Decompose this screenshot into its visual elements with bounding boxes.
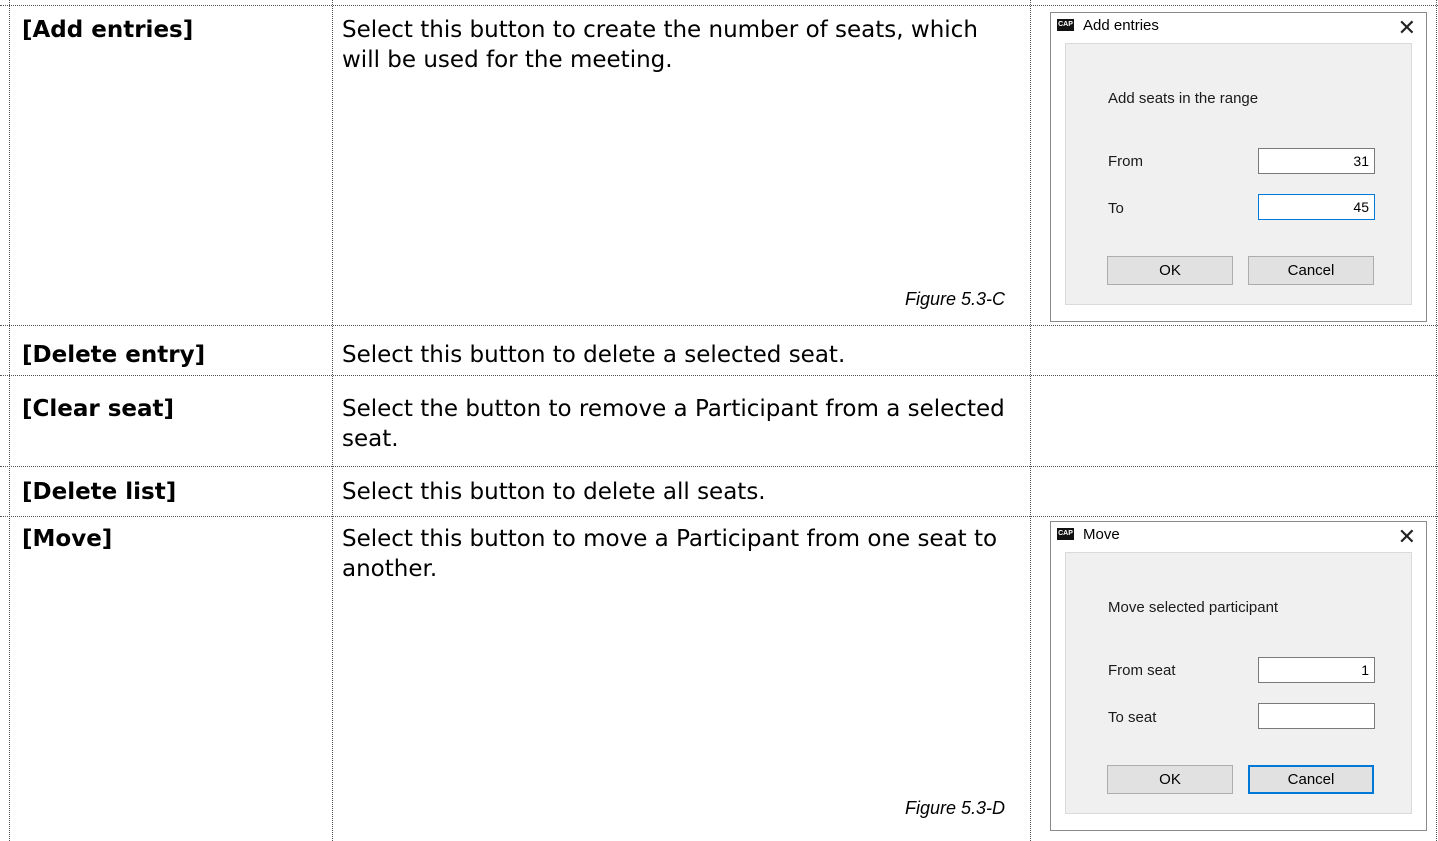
from-seat-label: From seat bbox=[1108, 662, 1176, 679]
row-divider bbox=[0, 516, 1438, 517]
figure-caption: Figure 5.3-C bbox=[905, 289, 1006, 309]
term-move: [Move] bbox=[22, 526, 113, 552]
desc-move: Select this button to move a Participant… bbox=[342, 526, 998, 582]
column-divider bbox=[1030, 0, 1031, 841]
to-seat-label: To seat bbox=[1108, 709, 1157, 726]
term-add-entries: [Add entries] bbox=[22, 17, 194, 43]
table-top-border bbox=[0, 5, 1438, 6]
range-prompt: Add seats in the range bbox=[1108, 90, 1259, 107]
from-label: From bbox=[1108, 153, 1143, 170]
to-seat-field[interactable] bbox=[1258, 703, 1375, 729]
close-icon[interactable]: ✕ bbox=[1398, 13, 1416, 43]
row-divider bbox=[0, 375, 1438, 376]
ok-button[interactable]: OK bbox=[1107, 256, 1233, 285]
desc-clear-seat: Select the button to remove a Participan… bbox=[342, 396, 1005, 452]
app-logo-icon: CAP bbox=[1057, 19, 1074, 31]
column-divider bbox=[332, 0, 333, 841]
from-seat-field[interactable]: 1 bbox=[1258, 657, 1375, 683]
dialog-title: Move bbox=[1083, 526, 1120, 543]
ok-button[interactable]: OK bbox=[1107, 765, 1233, 794]
row-divider bbox=[0, 466, 1438, 467]
cancel-button[interactable]: Cancel bbox=[1248, 765, 1374, 794]
dialog-title: Add entries bbox=[1083, 17, 1159, 34]
figure-caption: Figure 5.3-D bbox=[905, 798, 1006, 818]
dialog-panel: Add seats in the range From 31 To 45 OK … bbox=[1065, 43, 1412, 305]
table-left-border bbox=[9, 0, 10, 841]
desc-add-entries: Select this button to create the number … bbox=[342, 17, 978, 73]
from-field[interactable]: 31 bbox=[1258, 148, 1375, 174]
move-dialog: CAP Move ✕ Move selected participant Fro… bbox=[1050, 521, 1427, 831]
desc-delete-list: Select this button to delete all seats. bbox=[342, 479, 766, 505]
dialog-panel: Move selected participant From seat 1 To… bbox=[1065, 552, 1412, 814]
table-right-border bbox=[1436, 0, 1437, 841]
term-delete-list: [Delete list] bbox=[22, 479, 177, 505]
dialog-titlebar[interactable]: CAP Move ✕ bbox=[1051, 522, 1426, 552]
term-clear-seat: [Clear seat] bbox=[22, 396, 175, 422]
cancel-button[interactable]: Cancel bbox=[1248, 256, 1374, 285]
add-entries-dialog: CAP Add entries ✕ Add seats in the range… bbox=[1050, 12, 1427, 322]
app-logo-icon: CAP bbox=[1057, 528, 1074, 540]
move-prompt: Move selected participant bbox=[1108, 599, 1279, 616]
term-delete-entry: [Delete entry] bbox=[22, 342, 206, 368]
row-divider bbox=[0, 325, 1438, 326]
to-label: To bbox=[1108, 200, 1124, 217]
to-field[interactable]: 45 bbox=[1258, 194, 1375, 220]
desc-delete-entry: Select this button to delete a selected … bbox=[342, 342, 846, 368]
close-icon[interactable]: ✕ bbox=[1398, 522, 1416, 552]
dialog-titlebar[interactable]: CAP Add entries ✕ bbox=[1051, 13, 1426, 43]
